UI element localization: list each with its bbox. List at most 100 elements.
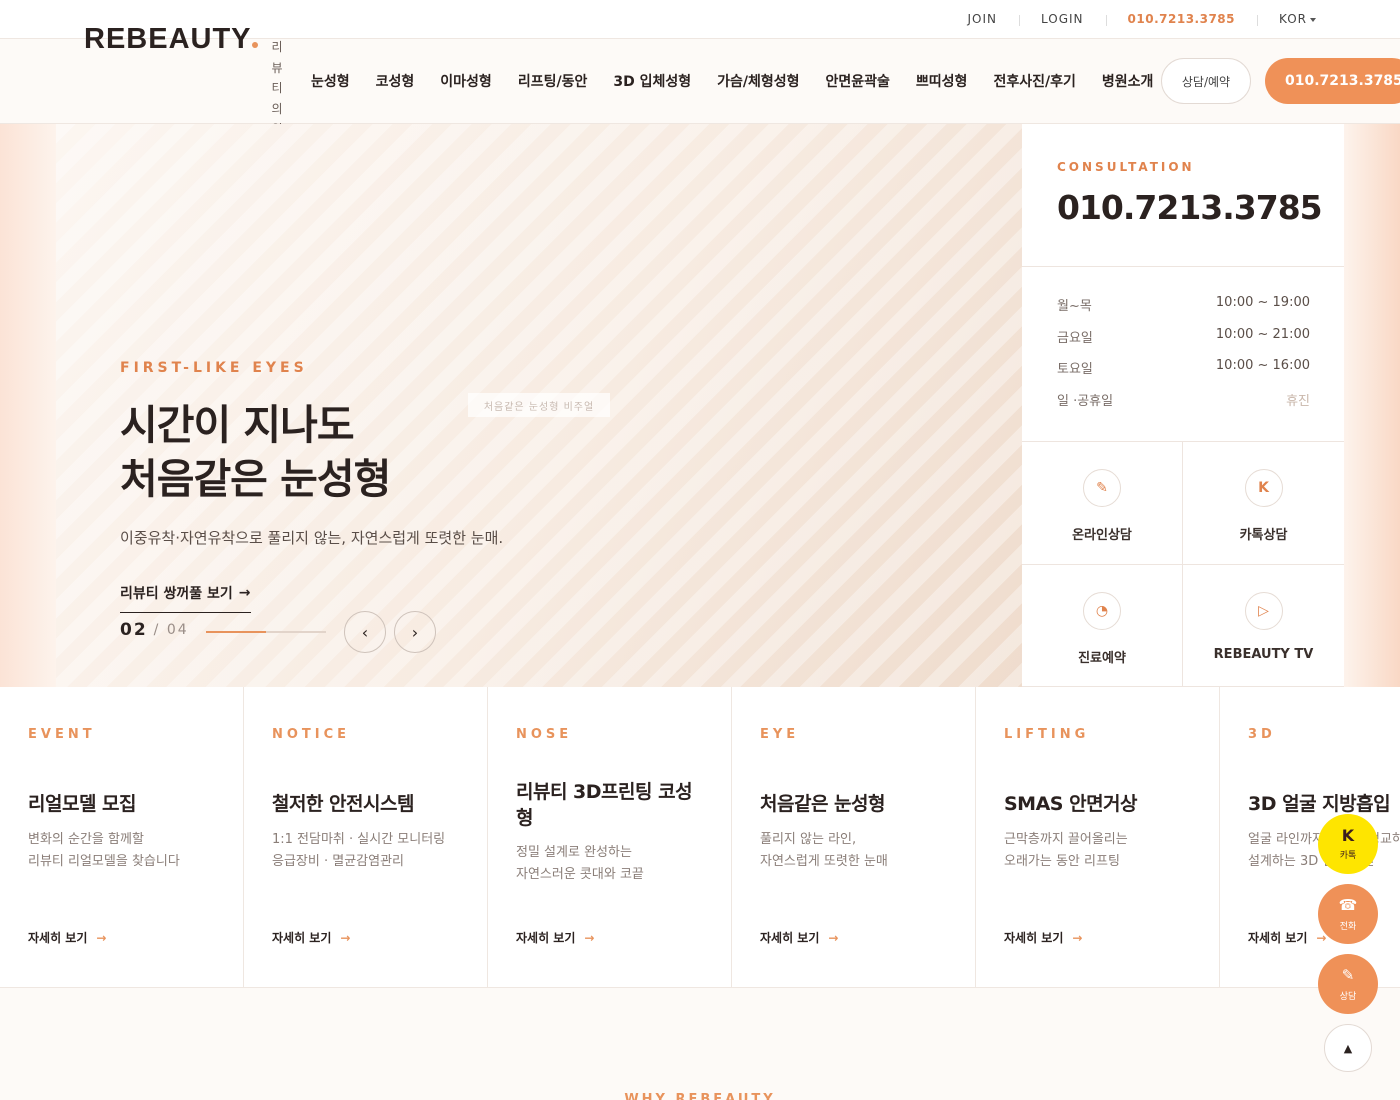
consultation-phone[interactable]: 010.7213.3785 bbox=[1057, 188, 1344, 227]
floating-call-button[interactable]: ☎ 전화 bbox=[1318, 884, 1378, 944]
category-cards: EVENT 리얼모델 모집 변화의 순간을 함께할 리뷰티 리얼모델을 찾습니다 … bbox=[0, 687, 1400, 988]
slide-next-button[interactable]: › bbox=[394, 611, 436, 653]
nav-item-reviews[interactable]: 전후사진/후기 bbox=[980, 71, 1088, 91]
card-lifting[interactable]: LIFTING SMAS 안면거상 근막층까지 끌어올리는 오래가는 동안 리프팅… bbox=[976, 687, 1220, 987]
section-heading-why: WHY REBEAUTY bbox=[624, 1092, 776, 1100]
card-desc-line: 정밀 설계로 완성하는 bbox=[516, 845, 632, 860]
card-nose[interactable]: NOSE 리뷰티 3D프린팅 코성형 정밀 설계로 완성하는자연스러운 콧대와 … bbox=[488, 687, 732, 987]
hours-day: 일 ·공휴일 bbox=[1057, 393, 1114, 409]
hero-title-line: 시간이 지나도 bbox=[120, 401, 355, 449]
card-category: EVENT bbox=[28, 727, 96, 742]
floating-kakao-button[interactable]: K 카톡 bbox=[1318, 814, 1378, 874]
card-more-link[interactable]: 자세히 보기 → bbox=[516, 929, 594, 946]
login-link[interactable]: LOGIN bbox=[1019, 12, 1106, 26]
play-icon: ▷ bbox=[1244, 591, 1283, 630]
nav-item-about[interactable]: 병원소개 bbox=[1089, 71, 1167, 91]
quick-menu: ✎ 온라인상담 K 카톡상담 ◔ 진료예약 ▷ REBEAUTY TV bbox=[1022, 442, 1344, 687]
arrow-right-icon: → bbox=[96, 930, 107, 945]
kakao-icon: K bbox=[1341, 825, 1355, 845]
card-description: 변화의 순간을 함께할리뷰티 리얼모델을 찾습니다 bbox=[28, 829, 223, 873]
card-desc-line: 변화의 순간을 함께할 bbox=[28, 832, 144, 847]
consult-reserve-button[interactable]: 상담/예약 bbox=[1161, 58, 1251, 104]
card-desc-line: 리뷰티 리얼모델을 찾습니다 bbox=[28, 854, 180, 869]
card-desc-line: 응급장비 · 멸균감염관리 bbox=[272, 854, 404, 869]
quick-rebeauty-tv[interactable]: ▷ REBEAUTY TV bbox=[1183, 565, 1344, 687]
slide-progress-bar bbox=[206, 631, 326, 633]
card-more-label: 자세히 보기 bbox=[760, 931, 820, 945]
slide-current: 02 bbox=[120, 620, 148, 640]
header-phone-button[interactable]: 010.7213.3785 bbox=[1265, 58, 1400, 104]
consultation-header: CONSULTATION 010.7213.3785 bbox=[1022, 124, 1344, 267]
quick-reservation[interactable]: ◔ 진료예약 bbox=[1022, 564, 1183, 687]
card-title: 리뷰티 3D프린팅 코성형 bbox=[516, 781, 693, 829]
card-eye[interactable]: EYE 처음같은 눈성형 풀리지 않는 라인, 자연스럽게 또렷한 눈매 자세히 … bbox=[732, 687, 976, 987]
arrow-right-icon: → bbox=[238, 585, 251, 601]
card-description: 1:1 전담마취 · 실시간 모니터링 응급장비 · 멸균감염관리 bbox=[272, 829, 467, 873]
floating-label: 카톡 bbox=[1339, 850, 1357, 861]
card-more-label: 자세히 보기 bbox=[28, 931, 88, 945]
quick-kakao-consult[interactable]: K 카톡상담 bbox=[1183, 442, 1344, 565]
hours-day: 월~목 bbox=[1057, 299, 1092, 314]
hours-time-closed: 휴진 bbox=[1286, 393, 1310, 409]
nav-item-body[interactable]: 가슴/체형성형 bbox=[704, 71, 812, 91]
card-category: LIFTING bbox=[1004, 727, 1090, 742]
language-selector[interactable]: KOR bbox=[1257, 12, 1316, 26]
nav-item-3d[interactable]: 3D 입체성형 bbox=[600, 71, 704, 91]
logo-subtitle-char: 티 bbox=[271, 81, 283, 95]
main-header: REBEAUTY 리 뷰 티 의 원 눈성형 코성형 이마성형 리프팅/동안 3… bbox=[0, 23, 1400, 136]
card-more-link[interactable]: 자세히 보기 → bbox=[760, 929, 838, 946]
nav-item-lifting[interactable]: 리프팅/동안 bbox=[505, 71, 601, 91]
nav-item-eye[interactable]: 눈성형 bbox=[298, 71, 363, 91]
scroll-top-button[interactable]: ▲ bbox=[1324, 1024, 1372, 1072]
card-more-link[interactable]: 자세히 보기 → bbox=[1004, 929, 1082, 946]
hours-row: 금요일 10:00 ~ 21:00 bbox=[1057, 327, 1310, 359]
quick-label: 카톡상담 bbox=[1239, 528, 1288, 543]
pencil-icon: ✎ bbox=[1083, 469, 1121, 507]
card-category: NOSE bbox=[516, 727, 573, 742]
hero-link[interactable]: 리뷰티 쌍꺼풀 보기 → bbox=[120, 583, 251, 613]
card-category: EYE bbox=[760, 727, 800, 742]
card-event[interactable]: EVENT 리얼모델 모집 변화의 순간을 함께할 리뷰티 리얼모델을 찾습니다 … bbox=[0, 687, 244, 987]
card-more-link[interactable]: 자세히 보기 → bbox=[272, 929, 350, 946]
quick-label: 온라인상담 bbox=[1072, 528, 1132, 543]
card-title: 처음같은 눈성형 bbox=[760, 793, 885, 815]
logo-subtitle-char: 의 bbox=[271, 101, 283, 116]
hours-day: 토요일 bbox=[1057, 362, 1093, 377]
hours-row: 토요일 10:00 ~ 16:00 bbox=[1057, 358, 1310, 390]
kakao-icon: K bbox=[1244, 469, 1283, 507]
arrow-right-icon: → bbox=[1072, 930, 1083, 945]
arrow-right-icon: → bbox=[584, 930, 595, 945]
card-more-link[interactable]: 자세히 보기 → bbox=[28, 929, 106, 946]
card-desc-line: 오래가는 동안 리프팅 bbox=[1004, 854, 1120, 869]
card-desc-line: 풀리지 않는 라인, bbox=[760, 832, 857, 847]
card-title: 3D 얼굴 지방흡입 bbox=[1248, 793, 1391, 815]
card-notice[interactable]: NOTICE 철저한 안전시스템 1:1 전담마취 · 실시간 모니터링 응급장비… bbox=[244, 687, 488, 987]
utility-links: JOIN LOGIN 010.7213.3785 KOR bbox=[946, 0, 1316, 38]
quick-label: REBEAUTY TV bbox=[1213, 646, 1314, 662]
card-more-label: 자세히 보기 bbox=[1004, 931, 1064, 945]
card-desc-line: 근막층까지 끌어올리는 bbox=[1004, 832, 1128, 847]
pencil-icon: ✎ bbox=[1341, 965, 1355, 984]
card-desc-line: 자연스러운 콧대와 코끝 bbox=[516, 867, 644, 882]
hours-day: 금요일 bbox=[1057, 330, 1093, 346]
nav-item-nose[interactable]: 코성형 bbox=[363, 71, 428, 91]
floating-consult-button[interactable]: ✎ 상담 bbox=[1318, 954, 1378, 1014]
card-more-link[interactable]: 자세히 보기 → bbox=[1248, 929, 1326, 946]
consultation-panel: CONSULTATION 010.7213.3785 월~목 10:00 ~ 19… bbox=[1022, 124, 1344, 687]
hours-time: 10:00 ~ 21:00 bbox=[1215, 326, 1310, 342]
hours-time: 10:00 ~ 19:00 bbox=[1215, 295, 1310, 310]
hero-title-line: 처음같은 눈성형 bbox=[120, 455, 391, 503]
join-link[interactable]: JOIN bbox=[946, 12, 1020, 26]
slide-prev-button[interactable]: ‹ bbox=[344, 611, 386, 653]
logo[interactable]: REBEAUTY bbox=[84, 23, 252, 56]
nav-item-forehead[interactable]: 이마성형 bbox=[427, 71, 505, 91]
nav-item-petit[interactable]: 쁘띠성형 bbox=[903, 71, 981, 91]
card-desc-line: 자연스럽게 또렷한 눈매 bbox=[760, 854, 888, 869]
consultation-label: CONSULTATION bbox=[1057, 160, 1195, 174]
card-description: 근막층까지 끌어올리는오래가는 동안 리프팅 bbox=[1004, 829, 1199, 873]
card-category: NOTICE bbox=[272, 727, 351, 742]
top-phone-link[interactable]: 010.7213.3785 bbox=[1105, 12, 1257, 26]
quick-online-consult[interactable]: ✎ 온라인상담 bbox=[1022, 442, 1183, 565]
card-title: 철저한 안전시스템 bbox=[272, 793, 414, 815]
nav-item-contour[interactable]: 안면윤곽술 bbox=[813, 71, 903, 91]
